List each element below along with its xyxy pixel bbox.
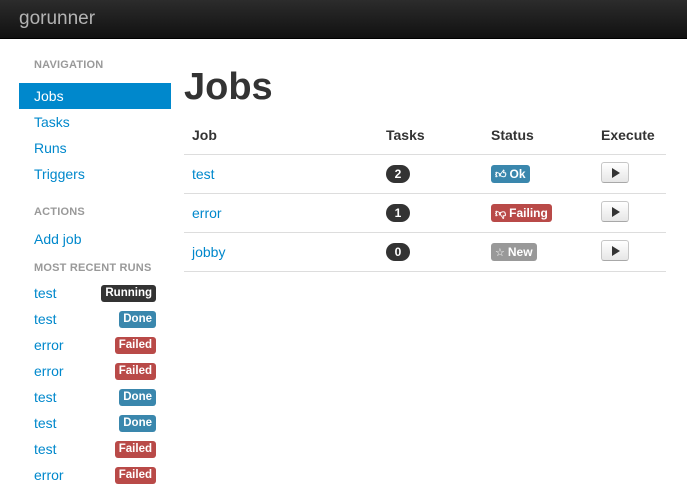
jobs-table: Job Tasks Status Execute test 2 👍︎ Ok err… xyxy=(184,117,666,272)
status-badge: 👍︎ Ok xyxy=(491,164,530,183)
column-header-execute: Execute xyxy=(593,117,666,155)
run-status-badge: Done xyxy=(119,389,156,406)
run-status-badge: Failed xyxy=(114,441,156,458)
recent-run-item: error Failed xyxy=(19,462,171,488)
status-text: Ok xyxy=(509,166,526,181)
job-link[interactable]: error xyxy=(192,205,222,221)
run-status-badge: Failed xyxy=(114,337,156,354)
recent-runs-header: MOST RECENT RUNS xyxy=(34,262,152,274)
column-header-tasks: Tasks xyxy=(378,117,483,155)
sidebar: NAVIGATION Jobs Tasks Runs Triggers ACTI… xyxy=(19,58,171,488)
task-count-badge: 0 xyxy=(386,242,410,261)
top-navbar: gorunner xyxy=(0,0,687,39)
recent-run-item: test Done xyxy=(19,306,171,332)
recent-run-item: error Failed xyxy=(19,358,171,384)
recent-run-link[interactable]: test xyxy=(34,285,57,301)
brand-link[interactable]: gorunner xyxy=(19,8,95,30)
status-text: New xyxy=(507,244,533,259)
recent-run-item: error Failed xyxy=(19,332,171,358)
table-row: jobby 0 ☆ New xyxy=(184,232,666,272)
play-icon xyxy=(612,167,620,178)
column-header-status: Status xyxy=(483,117,593,155)
play-icon xyxy=(612,206,620,217)
run-status-badge: Done xyxy=(119,311,156,328)
run-status-badge: Failed xyxy=(114,363,156,380)
recent-run-item: test Done xyxy=(19,410,171,436)
recent-run-link[interactable]: error xyxy=(34,363,64,379)
status-text: Failing xyxy=(509,205,548,220)
sidebar-item-runs[interactable]: Runs xyxy=(19,135,171,161)
sidebar-item-jobs[interactable]: Jobs xyxy=(19,83,171,109)
thumbs-down-icon: 👎︎ xyxy=(495,207,507,220)
recent-run-link[interactable]: error xyxy=(34,337,64,353)
run-status-badge: Failed xyxy=(114,467,156,484)
status-badge: ☆ New xyxy=(491,242,537,261)
job-link[interactable]: test xyxy=(192,166,215,182)
thumbs-up-icon: 👍︎ xyxy=(495,168,507,181)
execute-button[interactable] xyxy=(601,161,629,183)
task-count-badge: 2 xyxy=(386,164,410,183)
recent-run-link[interactable]: test xyxy=(34,311,57,327)
run-status-badge: Done xyxy=(119,415,156,432)
sidebar-item-triggers[interactable]: Triggers xyxy=(19,161,171,187)
execute-button[interactable] xyxy=(601,239,629,261)
status-badge: 👎︎ Failing xyxy=(491,203,552,222)
actions-header: ACTIONS xyxy=(34,206,85,218)
star-icon: ☆ xyxy=(495,246,505,259)
task-count-badge: 1 xyxy=(386,203,410,222)
page-title: Jobs xyxy=(184,66,273,108)
recent-runs-list: test Running test Done error Failed erro… xyxy=(19,280,171,488)
recent-run-link[interactable]: test xyxy=(34,441,57,457)
recent-run-item: test Failed xyxy=(19,436,171,462)
play-icon xyxy=(612,245,620,256)
recent-run-link[interactable]: test xyxy=(34,389,57,405)
recent-run-link[interactable]: test xyxy=(34,415,57,431)
recent-run-item: test Done xyxy=(19,384,171,410)
execute-button[interactable] xyxy=(601,200,629,222)
sidebar-item-tasks[interactable]: Tasks xyxy=(19,109,171,135)
table-row: error 1 👎︎ Failing xyxy=(184,193,666,233)
recent-run-link[interactable]: error xyxy=(34,467,64,483)
column-header-job: Job xyxy=(184,117,378,155)
navigation-header: NAVIGATION xyxy=(34,59,104,71)
recent-run-item: test Running xyxy=(19,280,171,306)
add-job-link[interactable]: Add job xyxy=(19,226,171,252)
table-header-row: Job Tasks Status Execute xyxy=(184,117,666,155)
job-link[interactable]: jobby xyxy=(192,244,225,260)
run-status-badge: Running xyxy=(101,285,156,302)
table-row: test 2 👍︎ Ok xyxy=(184,154,666,194)
